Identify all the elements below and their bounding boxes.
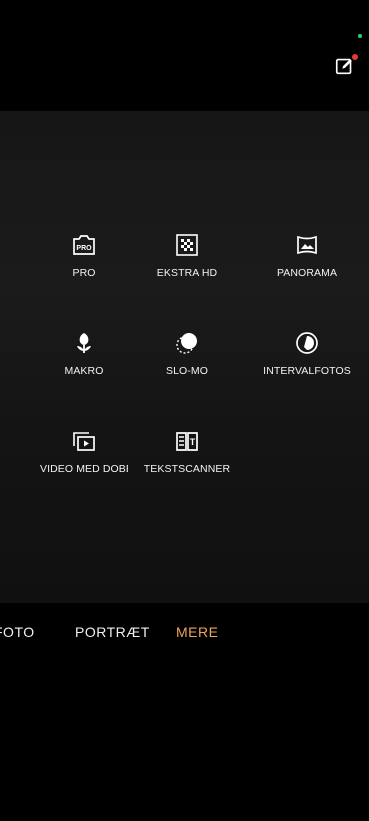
notification-badge xyxy=(352,54,358,60)
mode-tekstscanner[interactable]: T TEKSTSCANNER xyxy=(131,427,243,475)
mode-label: PRO xyxy=(72,267,96,279)
tab-mere[interactable]: MERE xyxy=(176,624,218,640)
mode-slo-mo[interactable]: SLO-MO xyxy=(131,329,243,377)
text-scanner-icon: T xyxy=(173,427,201,455)
mode-label: SLO-MO xyxy=(165,365,209,377)
mode-label: PANORAMA xyxy=(276,267,338,279)
edit-modes-button[interactable] xyxy=(331,52,359,80)
slow-motion-icon xyxy=(173,329,201,357)
timelapse-icon xyxy=(293,329,321,357)
mode-label: MAKRO xyxy=(64,365,104,377)
mode-label: EKSTRA HD xyxy=(156,267,218,279)
mode-label: INTERVALFOTOS xyxy=(263,365,351,377)
dual-video-icon xyxy=(70,427,98,455)
mode-ekstra-hd[interactable]: EKSTRA HD xyxy=(131,231,243,279)
status-indicator-dot xyxy=(358,34,362,38)
tab-portraet[interactable]: PORTRÆT xyxy=(75,624,150,640)
mode-label: VIDEO MED DOBBELT xyxy=(40,463,128,475)
hd-grid-icon xyxy=(173,231,201,259)
mode-pro[interactable]: PRO PRO xyxy=(28,231,140,279)
macro-flower-icon xyxy=(70,329,98,357)
svg-text:T: T xyxy=(190,437,196,447)
mode-panorama[interactable]: PANORAMA xyxy=(251,231,363,279)
mode-makro[interactable]: MAKRO xyxy=(28,329,140,377)
panorama-icon xyxy=(293,231,321,259)
mode-video-med-dobbelt[interactable]: VIDEO MED DOBBELT xyxy=(28,427,140,475)
tab-foto[interactable]: FOTO xyxy=(0,624,35,640)
mode-intervalfotos[interactable]: INTERVALFOTOS xyxy=(251,329,363,377)
mode-label: TEKSTSCANNER xyxy=(143,463,231,475)
more-modes-panel: PRO PRO EKSTRA HD PANORAMA MAKRO SLO-MO … xyxy=(0,111,369,603)
pro-camera-icon: PRO xyxy=(70,231,98,259)
mode-tab-bar: FOTO PORTRÆT MERE xyxy=(0,610,369,656)
svg-text:PRO: PRO xyxy=(76,245,92,252)
